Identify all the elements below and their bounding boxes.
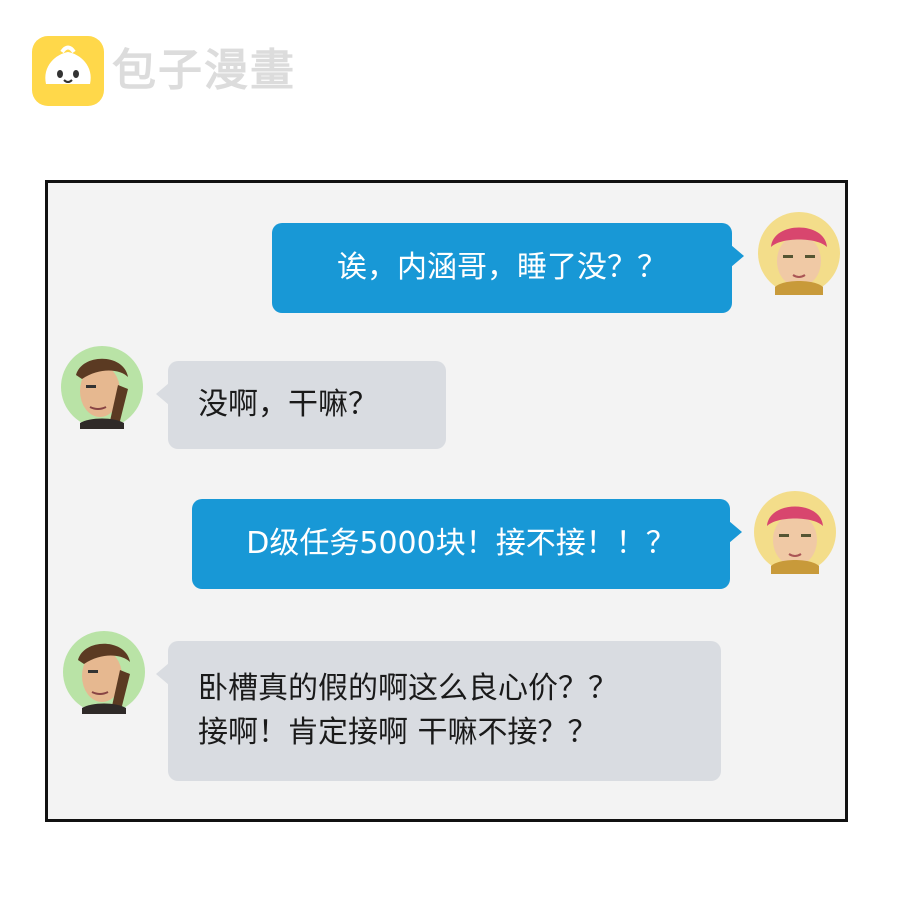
message-text: D级任务5000块！接不接！！？ [246, 526, 676, 561]
bun-logo-icon [32, 36, 104, 106]
chat-bubble-outgoing: D级任务5000块！接不接！！？ [192, 499, 742, 589]
message-text: 没啊，干嘛？ [198, 387, 378, 422]
chat-bubble-incoming: 卧槽真的假的啊这么良心价？？ 接啊！肯定接啊 干嘛不接？？ [156, 641, 721, 781]
chat-panel: 诶，内涵哥，睡了没？？ 没啊，干嘛？ D级任务5000块！接不接！！？ 卧槽真的… [45, 180, 848, 822]
chat-bubble-incoming: 没啊，干嘛？ [156, 361, 446, 449]
pink-hair-avatar-icon [757, 211, 841, 295]
message-text: 卧槽真的假的啊这么良心价？？ 接啊！肯定接啊 干嘛不接？？ [198, 671, 618, 750]
bearded-man-avatar-icon [62, 630, 146, 714]
message-text: 诶，内涵哥，睡了没？？ [337, 250, 667, 285]
pink-hair-avatar-icon [753, 490, 837, 574]
watermark-brand-text: 包子漫畫 [112, 45, 296, 96]
chat-bubble-outgoing: 诶，内涵哥，睡了没？？ [272, 223, 744, 313]
bubble-tail [731, 245, 744, 267]
bubble-tail [729, 521, 742, 543]
bearded-man-avatar-icon [60, 345, 144, 429]
bubble-tail [156, 383, 169, 405]
bubble-tail [156, 663, 169, 685]
